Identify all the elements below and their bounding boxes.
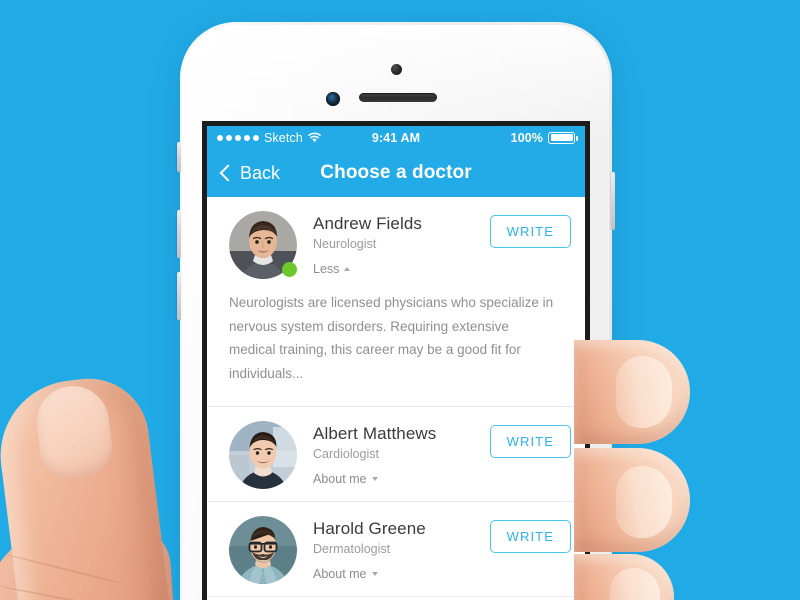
front-camera-icon: [390, 64, 402, 75]
bio-toggle-button[interactable]: About me: [313, 567, 378, 581]
left-hand: [0, 330, 210, 600]
avatar: [229, 515, 297, 584]
bio-toggle-label: About me: [313, 566, 367, 581]
doctor-specialty: Dermatologist: [313, 541, 391, 556]
avatar-wrapper: [229, 420, 297, 489]
fingernail: [616, 466, 672, 538]
doctor-info: Albert Matthews Cardiologist About me: [313, 421, 474, 488]
carrier-label: Sketch: [264, 130, 303, 145]
write-button[interactable]: WRITE: [489, 424, 571, 458]
fingernail: [616, 356, 672, 428]
mute-switch-button[interactable]: [177, 142, 181, 172]
doctor-card[interactable]: Harold Greene Dermatologist About me WRI…: [207, 501, 585, 597]
left-thumbnail: [32, 381, 116, 483]
back-button-label: Back: [240, 162, 281, 183]
volume-up-button[interactable]: [177, 210, 181, 258]
doctor-specialty: Cardiologist: [313, 446, 380, 461]
wifi-icon: [307, 132, 321, 143]
phone-screen: Sketch 9:41 AM 100% Back Choose a doctor…: [207, 126, 585, 600]
palm-crease: [5, 553, 123, 585]
doctor-info: Harold Greene Dermatologist About me: [313, 516, 474, 583]
doctor-card-header: Andrew Fields Neurologist Less WRITE: [207, 197, 585, 291]
status-bar-right: 100%: [420, 130, 579, 145]
back-button[interactable]: Back: [219, 163, 280, 184]
caret-up-icon: [344, 267, 351, 272]
bio-toggle-label: Less: [313, 262, 340, 277]
scene: Sketch 9:41 AM 100% Back Choose a doctor…: [0, 0, 800, 600]
doctor-specialty: Neurologist: [313, 237, 377, 252]
volume-down-button[interactable]: [177, 272, 181, 320]
proximity-sensor-icon: [326, 92, 340, 106]
battery-full-icon: [548, 131, 579, 144]
doctor-list[interactable]: Andrew Fields Neurologist Less WRITE Neu…: [207, 197, 585, 600]
signal-strength-icon: [217, 134, 259, 141]
write-button[interactable]: WRITE: [489, 519, 571, 553]
earpiece-speaker: [359, 93, 437, 102]
doctor-name: Albert Matthews: [313, 423, 437, 443]
palm-crease: [0, 585, 132, 600]
doctor-bio: Neurologists are licensed physicians who…: [229, 295, 554, 381]
bio-toggle-label: About me: [313, 471, 367, 486]
status-bar-left: Sketch: [217, 131, 372, 145]
bio-toggle-button[interactable]: About me: [313, 472, 378, 486]
doctor-card[interactable]: Ann Freeman WRITE: [207, 596, 585, 600]
doctor-name: Andrew Fields: [313, 214, 423, 233]
phone-device: Sketch 9:41 AM 100% Back Choose a doctor…: [177, 22, 615, 600]
battery-percent-label: 100%: [510, 130, 544, 145]
caret-down-icon: [371, 476, 378, 481]
power-button[interactable]: [611, 172, 615, 230]
doctor-name: Harold Greene: [313, 518, 426, 538]
doctor-card[interactable]: Albert Matthews Cardiologist About me WR…: [207, 406, 585, 502]
avatar-wrapper: [229, 211, 297, 279]
left-palm: [0, 523, 182, 600]
doctor-info: Andrew Fields Neurologist Less: [313, 211, 474, 278]
status-bar-time: 9:41 AM: [371, 130, 421, 145]
avatar-wrapper: [229, 515, 297, 584]
doctor-card-header: Albert Matthews Cardiologist About me WR…: [207, 407, 585, 501]
left-thumb: [0, 371, 174, 600]
fingernail: [610, 568, 660, 600]
write-button[interactable]: WRITE: [489, 215, 571, 248]
online-status-indicator: [282, 262, 297, 277]
bio-toggle-button[interactable]: Less: [313, 262, 351, 277]
navigation-bar: Back Choose a doctor: [207, 149, 585, 197]
avatar: [229, 420, 297, 489]
status-bar: Sketch 9:41 AM 100%: [207, 126, 585, 149]
doctor-card[interactable]: Andrew Fields Neurologist Less WRITE Neu…: [207, 197, 585, 407]
doctor-card-header: Ann Freeman WRITE: [207, 597, 585, 600]
doctor-card-header: Harold Greene Dermatologist About me WRI…: [207, 502, 585, 596]
chevron-left-icon: [219, 164, 237, 182]
caret-down-icon: [371, 571, 378, 576]
